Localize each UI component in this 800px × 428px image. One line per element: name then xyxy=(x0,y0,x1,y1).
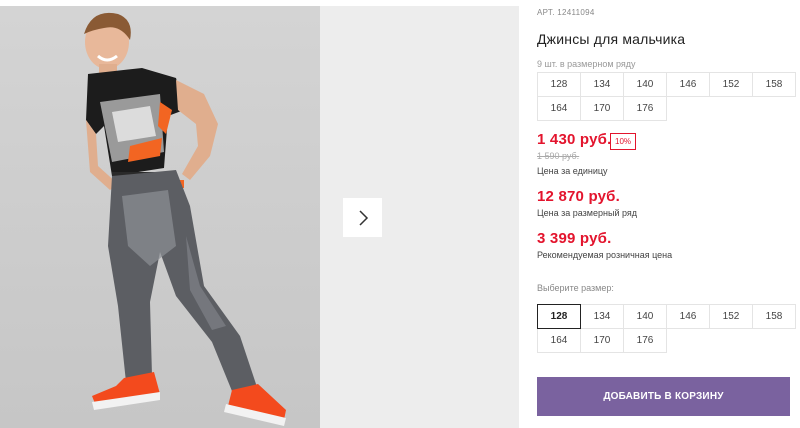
size-row-cell: 140 xyxy=(623,72,667,97)
unit-price: 1 430 руб. xyxy=(537,131,612,148)
size-row-cell: 158 xyxy=(752,72,796,97)
size-option[interactable]: 158 xyxy=(752,304,796,329)
size-row-cell: 170 xyxy=(580,96,624,121)
chevron-right-icon xyxy=(358,209,368,226)
size-row-cell: 152 xyxy=(709,72,753,97)
product-photo[interactable] xyxy=(0,6,320,428)
boy-in-jeans-image xyxy=(84,12,286,426)
retail-price-caption: Рекомендуемая розничная цена xyxy=(537,250,673,260)
size-row-cell: 128 xyxy=(537,72,581,97)
article-number: АРТ. 12411094 xyxy=(537,8,595,17)
size-option[interactable]: 146 xyxy=(666,304,710,329)
size-row-cell: 146 xyxy=(666,72,710,97)
size-row-price: 12 870 руб. xyxy=(537,188,620,205)
size-option[interactable]: 170 xyxy=(580,328,624,353)
size-option[interactable]: 164 xyxy=(537,328,581,353)
size-row-grid: 128 134 140 146 152 158 164 170 176 xyxy=(537,72,796,121)
size-option[interactable]: 134 xyxy=(580,304,624,329)
size-row-cell: 176 xyxy=(623,96,667,121)
size-selector: 128 134 140 146 152 158 164 170 176 xyxy=(537,304,796,353)
size-option-selected[interactable]: 128 xyxy=(537,304,581,329)
retail-price: 3 399 руб. xyxy=(537,230,612,247)
unit-price-caption: Цена за единицу xyxy=(537,166,608,176)
size-option[interactable]: 152 xyxy=(709,304,753,329)
size-row-price-caption: Цена за размерный ряд xyxy=(537,208,638,218)
size-option[interactable]: 176 xyxy=(623,328,667,353)
size-option[interactable]: 140 xyxy=(623,304,667,329)
size-row-note: 9 шт. в размерном ряду xyxy=(537,59,636,69)
next-image-button[interactable] xyxy=(343,198,382,237)
size-row-cell: 134 xyxy=(580,72,624,97)
discount-badge: 10% xyxy=(610,133,637,150)
add-to-cart-button[interactable]: ДОБАВИТЬ В КОРЗИНУ xyxy=(537,377,790,416)
size-row-cell: 164 xyxy=(537,96,581,121)
select-size-label: Выберите размер: xyxy=(537,283,614,293)
old-price: 1 590 руб. xyxy=(537,151,580,161)
product-title: Джинсы для мальчика xyxy=(537,31,686,47)
product-gallery xyxy=(0,6,519,428)
